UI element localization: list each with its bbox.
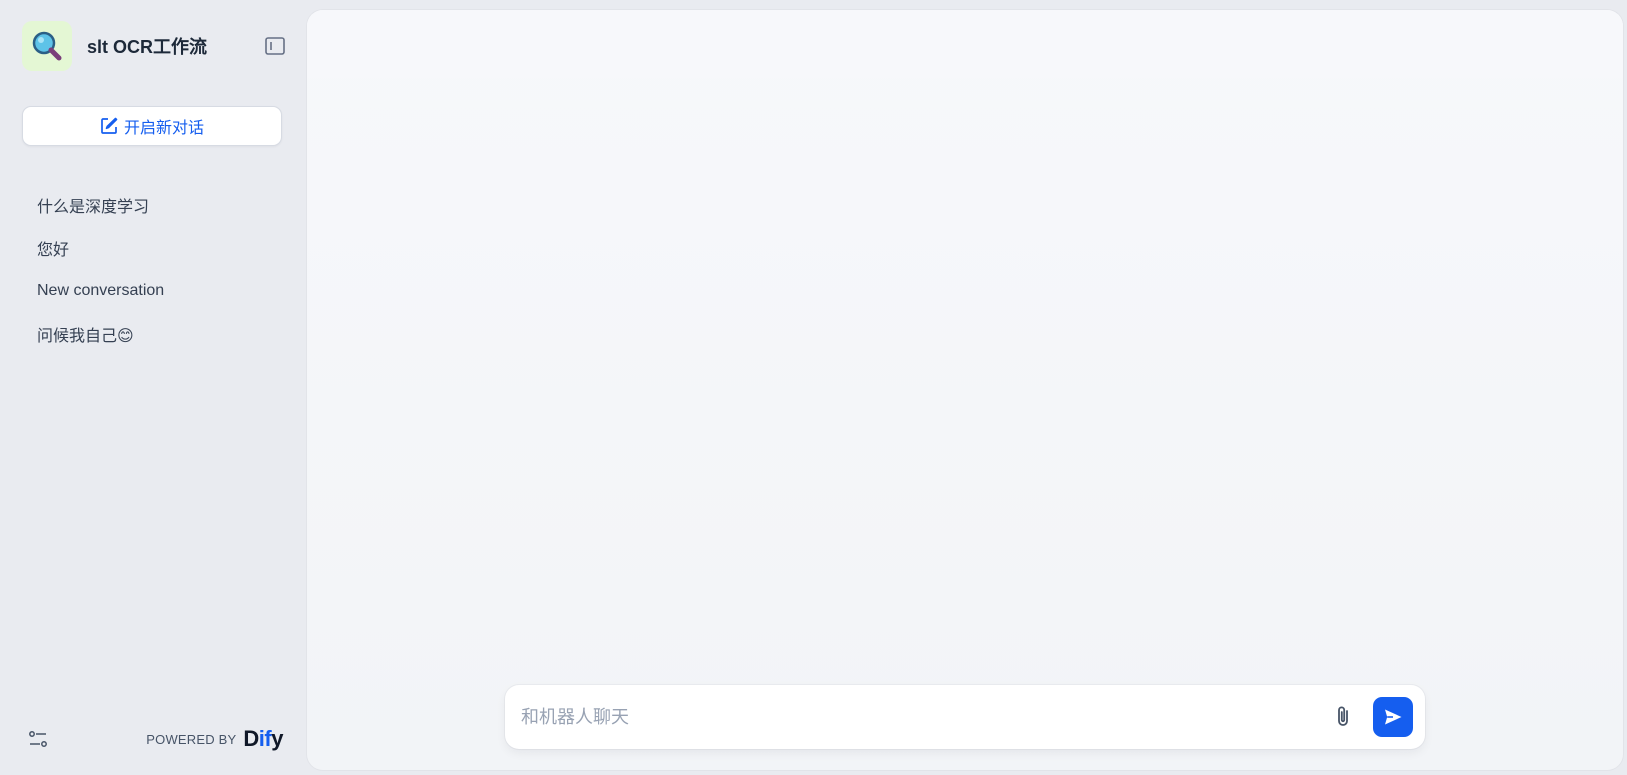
magnifier-icon	[32, 31, 62, 61]
sidebar-collapse-button[interactable]	[264, 35, 286, 57]
sidebar: slt OCR工作流 开启新对话 什么是深度学习 您好 New conversa…	[0, 0, 307, 775]
settings-sliders-icon	[29, 731, 47, 747]
chat-header	[307, 10, 1623, 78]
dify-logo-suffix: y	[271, 726, 283, 751]
send-icon	[1385, 709, 1402, 725]
conversation-item[interactable]: 什么是深度学习	[22, 185, 286, 225]
dify-logo-accent: if	[258, 726, 272, 751]
app-icon	[22, 21, 72, 71]
chat-input-bar	[505, 685, 1425, 749]
conversation-item[interactable]: New conversation	[22, 271, 286, 311]
chat-input[interactable]	[521, 697, 1325, 737]
edit-icon	[101, 117, 118, 134]
new-chat-label: 开启新对话	[123, 120, 204, 137]
powered-by: POWERED BY Dify	[146, 726, 286, 752]
attach-button[interactable]	[1325, 699, 1361, 735]
app-header: slt OCR工作流	[22, 20, 286, 72]
chat-panel	[307, 10, 1623, 770]
sidebar-footer: POWERED BY Dify	[22, 723, 286, 755]
send-button[interactable]	[1373, 697, 1413, 737]
dify-logo: Dify	[243, 726, 283, 752]
conversation-item[interactable]: 您好	[22, 228, 286, 268]
powered-by-label: POWERED BY	[146, 731, 237, 747]
paperclip-icon	[1338, 706, 1348, 726]
app-root: slt OCR工作流 开启新对话 什么是深度学习 您好 New conversa…	[0, 0, 1627, 775]
sidebar-toggle-icon	[265, 37, 285, 55]
conversation-list: 什么是深度学习 您好 New conversation 问候我自己😊	[22, 185, 286, 357]
settings-button[interactable]	[22, 723, 54, 755]
app-title: slt OCR工作流	[87, 37, 208, 57]
conversation-item[interactable]: 问候我自己😊	[22, 314, 286, 354]
dify-logo-prefix: D	[243, 726, 259, 751]
new-chat-button[interactable]: 开启新对话	[22, 106, 282, 146]
